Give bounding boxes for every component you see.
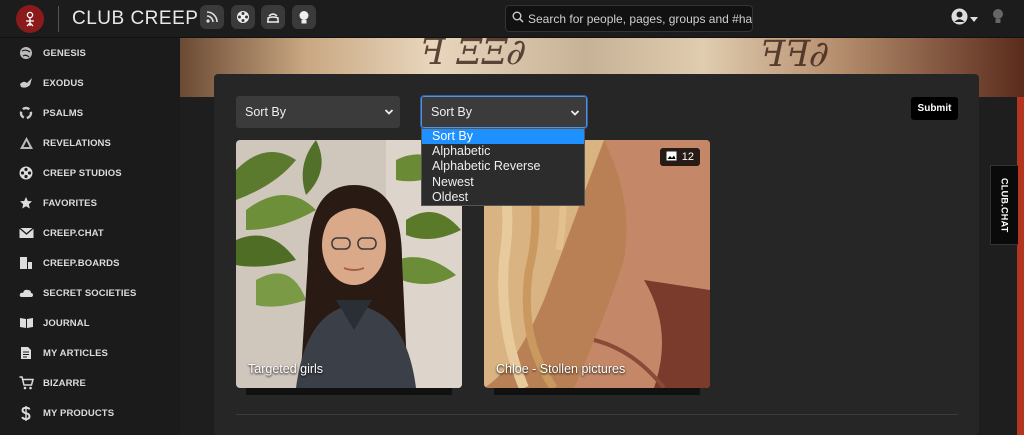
banner-art: ꟻ ΞΞ∂ bbox=[415, 38, 531, 73]
book-icon bbox=[18, 315, 34, 331]
sidebar-item-genesis[interactable]: GENESIS bbox=[0, 38, 180, 68]
sidebar-item-label: CREEP.CHAT bbox=[43, 227, 104, 239]
refresh-icon bbox=[18, 105, 34, 121]
sidebar-item-psalms[interactable]: PSALMS bbox=[0, 98, 180, 128]
film-reel-icon bbox=[18, 165, 34, 181]
sidebar-item-label: JOURNAL bbox=[43, 317, 90, 329]
user-avatar-icon bbox=[951, 8, 968, 30]
rss-icon[interactable] bbox=[200, 5, 224, 29]
card-shadow bbox=[246, 387, 452, 395]
image-icon bbox=[666, 151, 677, 164]
sort-dropdown-list: Sort By Alphabetic Alphabetic Reverse Ne… bbox=[421, 128, 585, 206]
sidebar: GENESIS EXODUS PSALMS REVELATIONS CREEP … bbox=[0, 38, 180, 435]
boards-icon bbox=[18, 255, 34, 271]
lightbulb-icon[interactable] bbox=[992, 8, 1004, 30]
search-bar[interactable] bbox=[505, 5, 753, 32]
dropdown-option-alphabetic[interactable]: Alphabetic bbox=[422, 144, 584, 159]
search-icon bbox=[512, 10, 524, 28]
lightbulb-badge-icon[interactable] bbox=[292, 5, 316, 29]
sidebar-item-label: PSALMS bbox=[43, 107, 84, 119]
dropdown-option-alphabetic-reverse[interactable]: Alphabetic Reverse bbox=[422, 159, 584, 174]
photo-count: 12 bbox=[681, 151, 694, 163]
dropdown-option-oldest[interactable]: Oldest bbox=[422, 190, 584, 205]
sidebar-item-creep-boards[interactable]: CREEP.BOARDS bbox=[0, 248, 180, 278]
star-icon bbox=[18, 195, 34, 211]
sidebar-item-creep-studios[interactable]: CREEP STUDIOS bbox=[0, 158, 180, 188]
user-menu-toggle[interactable] bbox=[951, 8, 978, 30]
brand-logo-icon[interactable] bbox=[16, 5, 44, 33]
cloud-icon bbox=[18, 285, 34, 301]
sidebar-item-creep-chat[interactable]: CREEP.CHAT bbox=[0, 218, 180, 248]
sidebar-item-label: GENESIS bbox=[43, 47, 86, 59]
cart-icon bbox=[18, 375, 34, 391]
sidebar-item-secret-societies[interactable]: SECRET SOCIETIES bbox=[0, 278, 180, 308]
sidebar-item-journal[interactable]: JOURNAL bbox=[0, 308, 180, 338]
globe-icon bbox=[18, 45, 34, 61]
sort-select-left[interactable]: Sort By bbox=[236, 96, 400, 128]
sidebar-item-label: REVELATIONS bbox=[43, 137, 111, 149]
divider bbox=[236, 414, 958, 415]
sidebar-item-label: CREEP STUDIOS bbox=[43, 167, 122, 179]
search-input[interactable] bbox=[528, 11, 752, 26]
sidebar-item-label: SECRET SOCIETIES bbox=[43, 287, 137, 299]
photo-count-badge: 12 bbox=[659, 148, 700, 166]
document-icon bbox=[18, 345, 34, 361]
sidebar-item-exodus[interactable]: EXODUS bbox=[0, 68, 180, 98]
sidebar-item-revelations[interactable]: REVELATIONS bbox=[0, 128, 180, 158]
cake-icon[interactable] bbox=[261, 5, 285, 29]
album-title: Chloe - Stollen pictures bbox=[496, 362, 626, 376]
club-chat-tab[interactable]: CLUB.CHAT bbox=[990, 165, 1018, 245]
sidebar-item-label: FAVORITES bbox=[43, 197, 98, 209]
chevron-down-icon bbox=[570, 107, 580, 121]
sidebar-item-bizarre[interactable]: BIZARRE bbox=[0, 368, 180, 398]
sort-select-value: Sort By bbox=[245, 105, 286, 119]
club-chat-label: CLUB.CHAT bbox=[999, 177, 1010, 233]
banner-art: ꟻꟻ∂ bbox=[755, 38, 833, 75]
film-reel-icon[interactable] bbox=[231, 5, 255, 29]
sidebar-item-label: MY ARTICLES bbox=[43, 347, 108, 359]
submit-button[interactable]: Submit bbox=[911, 97, 958, 120]
sort-select-value: Sort By bbox=[431, 105, 472, 119]
page-edge-accent bbox=[1017, 97, 1024, 435]
top-navbar: CLUB CREEP bbox=[0, 0, 1024, 38]
dollar-icon bbox=[18, 405, 34, 421]
dove-icon bbox=[18, 75, 34, 91]
sidebar-item-label: EXODUS bbox=[43, 77, 84, 89]
dropdown-option-newest[interactable]: Newest bbox=[422, 175, 584, 190]
caret-down-icon bbox=[970, 10, 978, 28]
sidebar-item-label: CREEP.BOARDS bbox=[43, 257, 120, 269]
album-title: Targeted girls bbox=[248, 362, 324, 376]
divider bbox=[58, 6, 59, 32]
dropdown-option-sort-by[interactable]: Sort By bbox=[422, 129, 584, 145]
card-shadow bbox=[494, 387, 700, 395]
sort-select-right[interactable]: Sort By bbox=[420, 95, 588, 129]
chevron-down-icon bbox=[384, 106, 394, 120]
sidebar-item-my-articles[interactable]: MY ARTICLES bbox=[0, 338, 180, 368]
sidebar-item-favorites[interactable]: FAVORITES bbox=[0, 188, 180, 218]
brand-name[interactable]: CLUB CREEP bbox=[72, 8, 198, 30]
triangle-icon bbox=[18, 135, 34, 151]
sidebar-item-label: BIZARRE bbox=[43, 377, 86, 389]
envelope-icon bbox=[18, 225, 34, 241]
sidebar-item-my-products[interactable]: MY PRODUCTS bbox=[0, 398, 180, 428]
sidebar-item-label: MY PRODUCTS bbox=[43, 407, 115, 419]
